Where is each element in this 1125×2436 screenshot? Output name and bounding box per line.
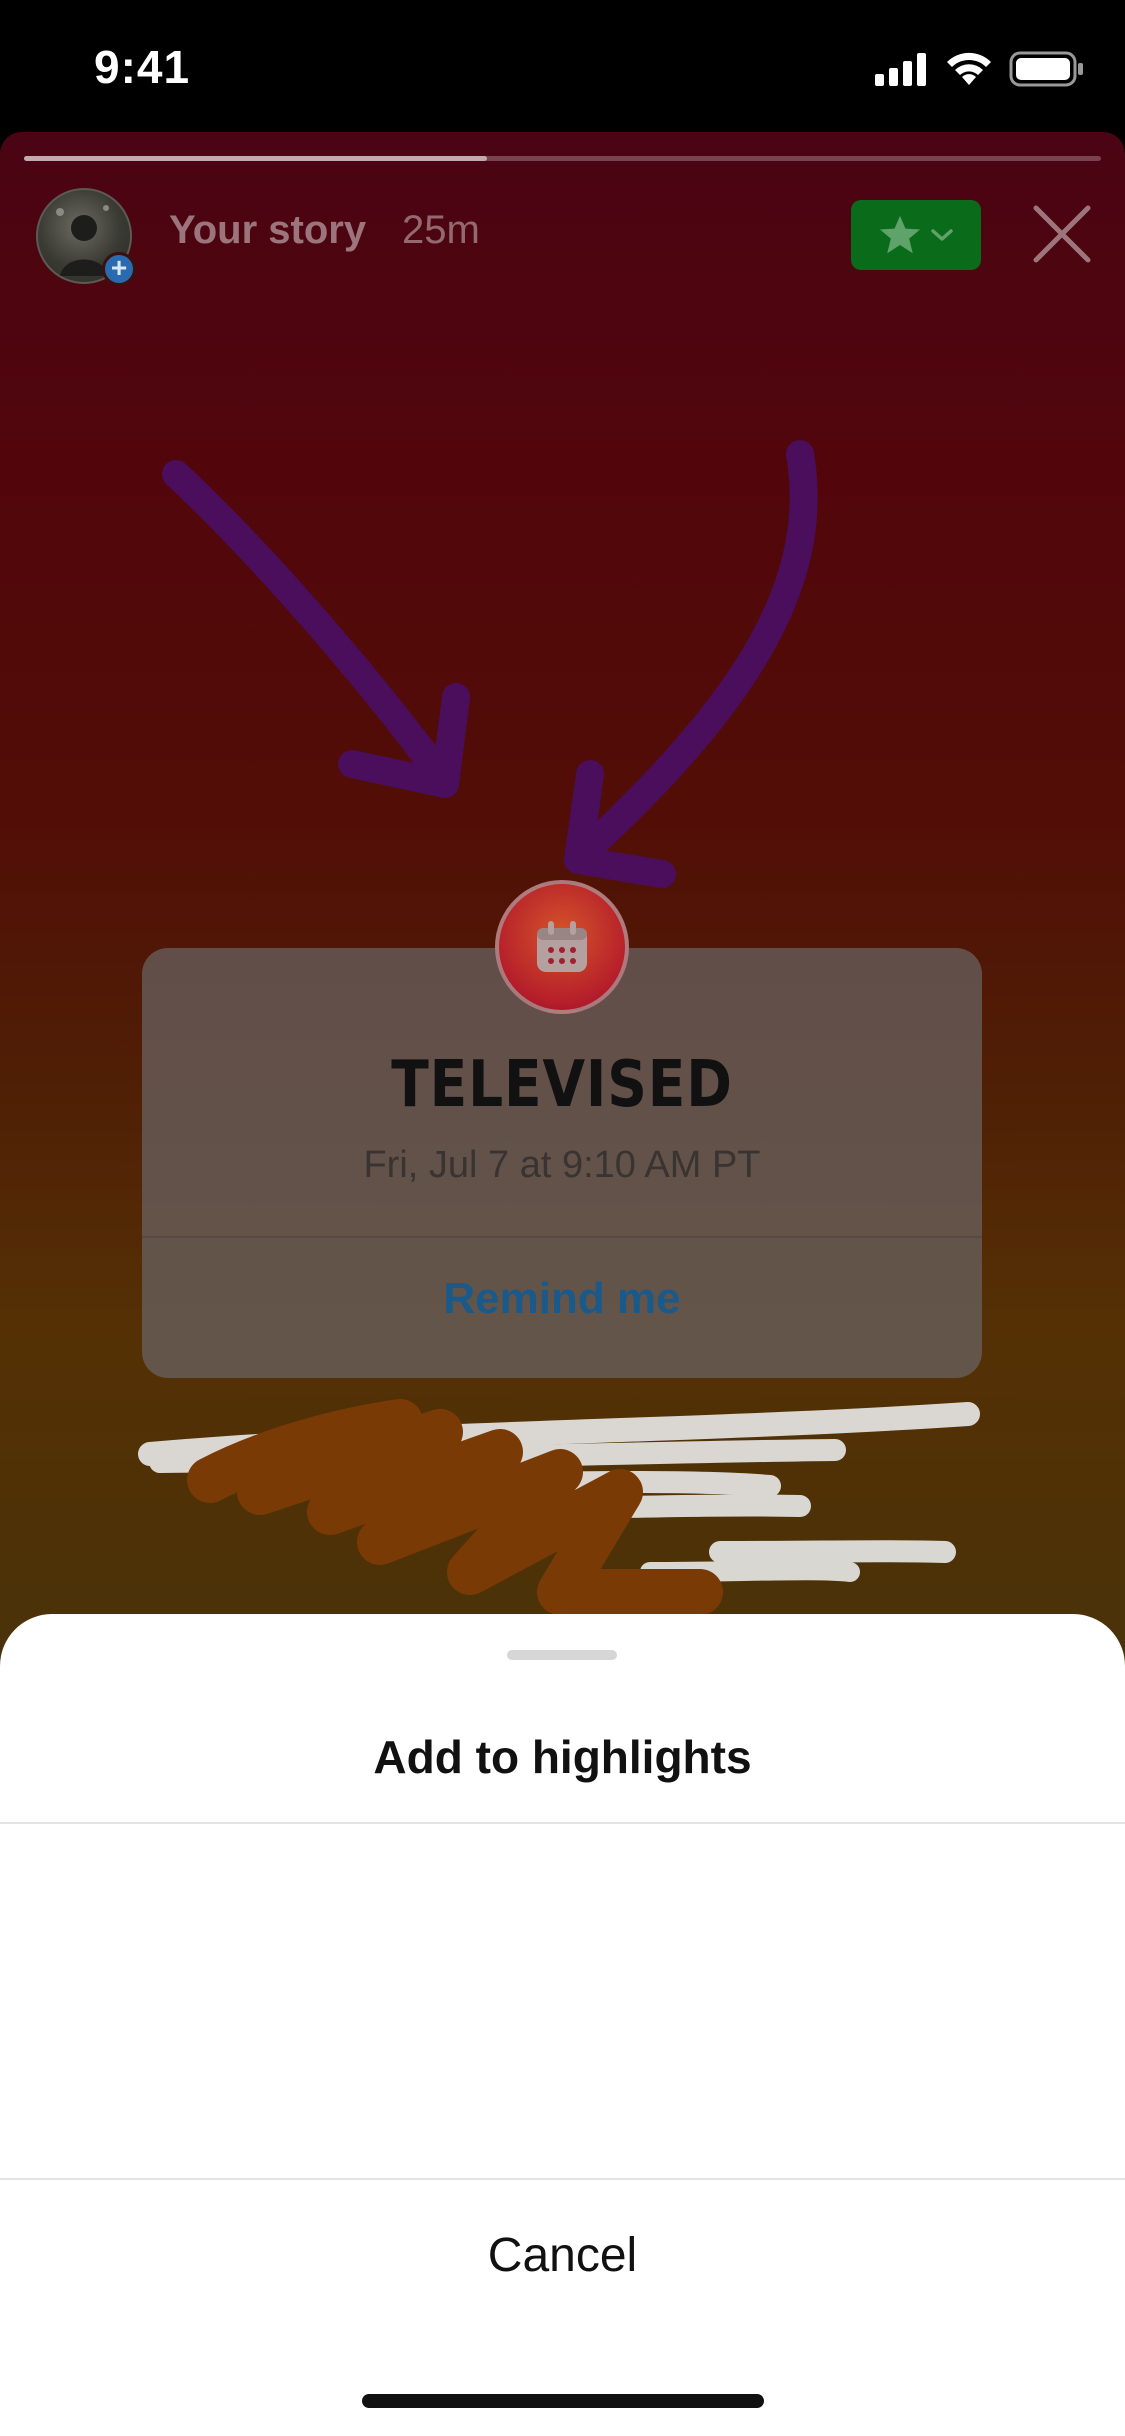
highlights-list[interactable] [0,1824,1125,2178]
close-friends-button[interactable] [851,200,981,270]
event-date: Fri, Jul 7 at 9:10 AM PT [363,1144,761,1186]
remind-me-button[interactable]: Remind me [142,1274,982,1324]
sheet-grabber[interactable] [507,1650,617,1660]
status-time: 9:41 [94,41,191,93]
battery-icon [1009,51,1083,87]
close-icon[interactable] [1030,202,1094,266]
add-to-highlights-sheet: Add to highlights Cancel [0,1614,1125,2436]
sheet-title: Add to highlights [373,1731,752,1783]
home-indicator[interactable] [362,2394,764,2408]
calendar-icon [537,921,587,972]
star-icon [879,215,921,254]
status-icons [875,46,1085,92]
sticker-divider [142,1236,982,1238]
story-viewer[interactable]: + Your story 25m TELEVISED Fri, Jul 7 at… [0,132,1125,1662]
cellular-signal-icon [875,53,926,86]
story-owner-label[interactable]: Your story [169,208,366,253]
cancel-button[interactable]: Cancel [0,2180,1125,2330]
add-story-plus-icon[interactable]: + [102,252,136,286]
status-bar: 9:41 [0,0,1125,132]
event-sticker-badge [495,880,629,1014]
wifi-icon [947,52,991,85]
story-header: + Your story 25m [36,188,1096,298]
chevron-down-icon [931,229,953,241]
event-title: TELEVISED [391,1048,733,1122]
story-timestamp: 25m [402,208,480,252]
